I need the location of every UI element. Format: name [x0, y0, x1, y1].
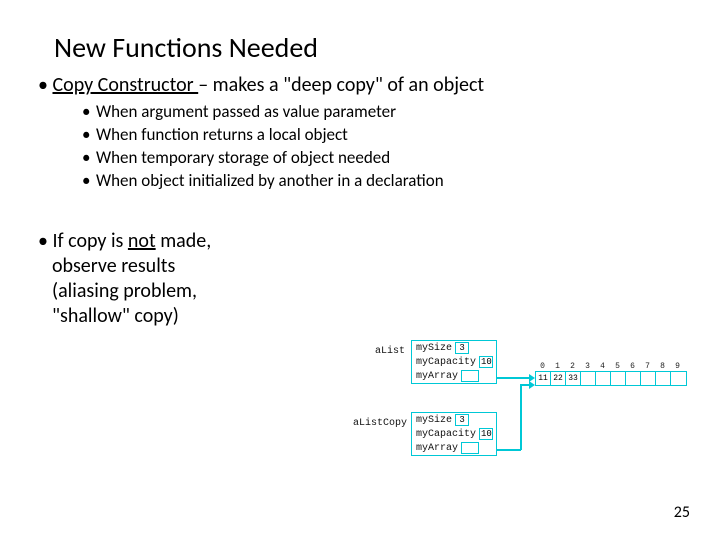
array-cell: 33 — [566, 372, 581, 385]
field-mysize: mySize 3 — [412, 341, 496, 355]
label-alistcopy: aListCopy — [353, 418, 407, 429]
text: observe results — [38, 254, 682, 279]
slide-title: New Functions Needed — [54, 30, 682, 65]
sub-bullet-item: When object initialized by another in a … — [82, 170, 682, 193]
obj-alistcopy-box: mySize 3 myCapacity 10 myArray — [411, 412, 497, 456]
array-index: 4 — [595, 362, 610, 371]
sub-bullet-list: When argument passed as value parameter … — [82, 101, 682, 193]
sub-bullet-item: When function returns a local object — [82, 124, 682, 147]
array-cell: 11 — [536, 372, 551, 385]
field-mycapacity: myCapacity 10 — [412, 427, 496, 441]
bullet-copy-constructor: • Copy Constructor – makes a "deep copy"… — [38, 73, 682, 97]
field-myarray: myArray — [412, 441, 496, 455]
array-index: 6 — [625, 362, 640, 371]
value-mysize: 3 — [455, 342, 469, 354]
bullet-aliasing: • If copy is not made, observe results (… — [38, 229, 682, 329]
array-cells: 11 22 33 — [535, 371, 687, 386]
array-index: 0 — [535, 362, 550, 371]
pointer-arrow — [520, 384, 522, 450]
text-not: not — [128, 229, 156, 253]
array-cell — [596, 372, 611, 385]
field-mycapacity: myCapacity 10 — [412, 355, 496, 369]
array-indices: 0 1 2 3 4 5 6 7 8 9 — [535, 362, 687, 371]
arrowhead-icon — [529, 381, 535, 389]
bullet-marker: • — [38, 73, 52, 97]
text: If copy is — [52, 229, 127, 253]
text: (aliasing problem, — [38, 279, 682, 304]
slide: New Functions Needed • Copy Constructor … — [0, 0, 720, 540]
array-index: 7 — [640, 362, 655, 371]
page-number: 25 — [674, 503, 690, 522]
array-cell: 22 — [551, 372, 566, 385]
array-block: 0 1 2 3 4 5 6 7 8 9 11 22 33 — [535, 362, 687, 386]
array-cell — [656, 372, 671, 385]
array-index: 2 — [565, 362, 580, 371]
bullet-marker: • — [38, 229, 52, 253]
value-mysize: 3 — [455, 414, 469, 426]
obj-alist-box: mySize 3 myCapacity 10 myArray — [411, 340, 497, 384]
pointer-arrow — [497, 449, 521, 451]
field-myarray: myArray — [412, 369, 496, 383]
array-index: 9 — [670, 362, 685, 371]
array-cell — [641, 372, 656, 385]
array-index: 8 — [655, 362, 670, 371]
value-mycapacity: 10 — [479, 428, 493, 440]
array-cell — [626, 372, 641, 385]
text: made, — [156, 229, 212, 253]
sub-bullet-item: When argument passed as value parameter — [82, 101, 682, 124]
value-myarray-ptr — [461, 370, 479, 382]
text: "shallow" copy) — [38, 304, 682, 329]
aliasing-diagram: aList mySize 3 myCapacity 10 myArray aLi… — [375, 340, 695, 490]
bullet-rest: makes a "deep copy" of an object — [213, 73, 484, 97]
value-mycapacity: 10 — [479, 356, 493, 368]
term-copy-constructor: Copy Constructor — [52, 73, 198, 97]
array-cell — [671, 372, 686, 385]
label-alist: aList — [375, 346, 405, 357]
array-index: 1 — [550, 362, 565, 371]
value-myarray-ptr — [461, 442, 479, 454]
array-cell — [611, 372, 626, 385]
sub-bullet-item: When temporary storage of object needed — [82, 147, 682, 170]
field-mysize: mySize 3 — [412, 413, 496, 427]
dash: – — [198, 73, 212, 97]
array-cell — [581, 372, 596, 385]
array-index: 3 — [580, 362, 595, 371]
pointer-arrow — [497, 377, 531, 379]
array-index: 5 — [610, 362, 625, 371]
